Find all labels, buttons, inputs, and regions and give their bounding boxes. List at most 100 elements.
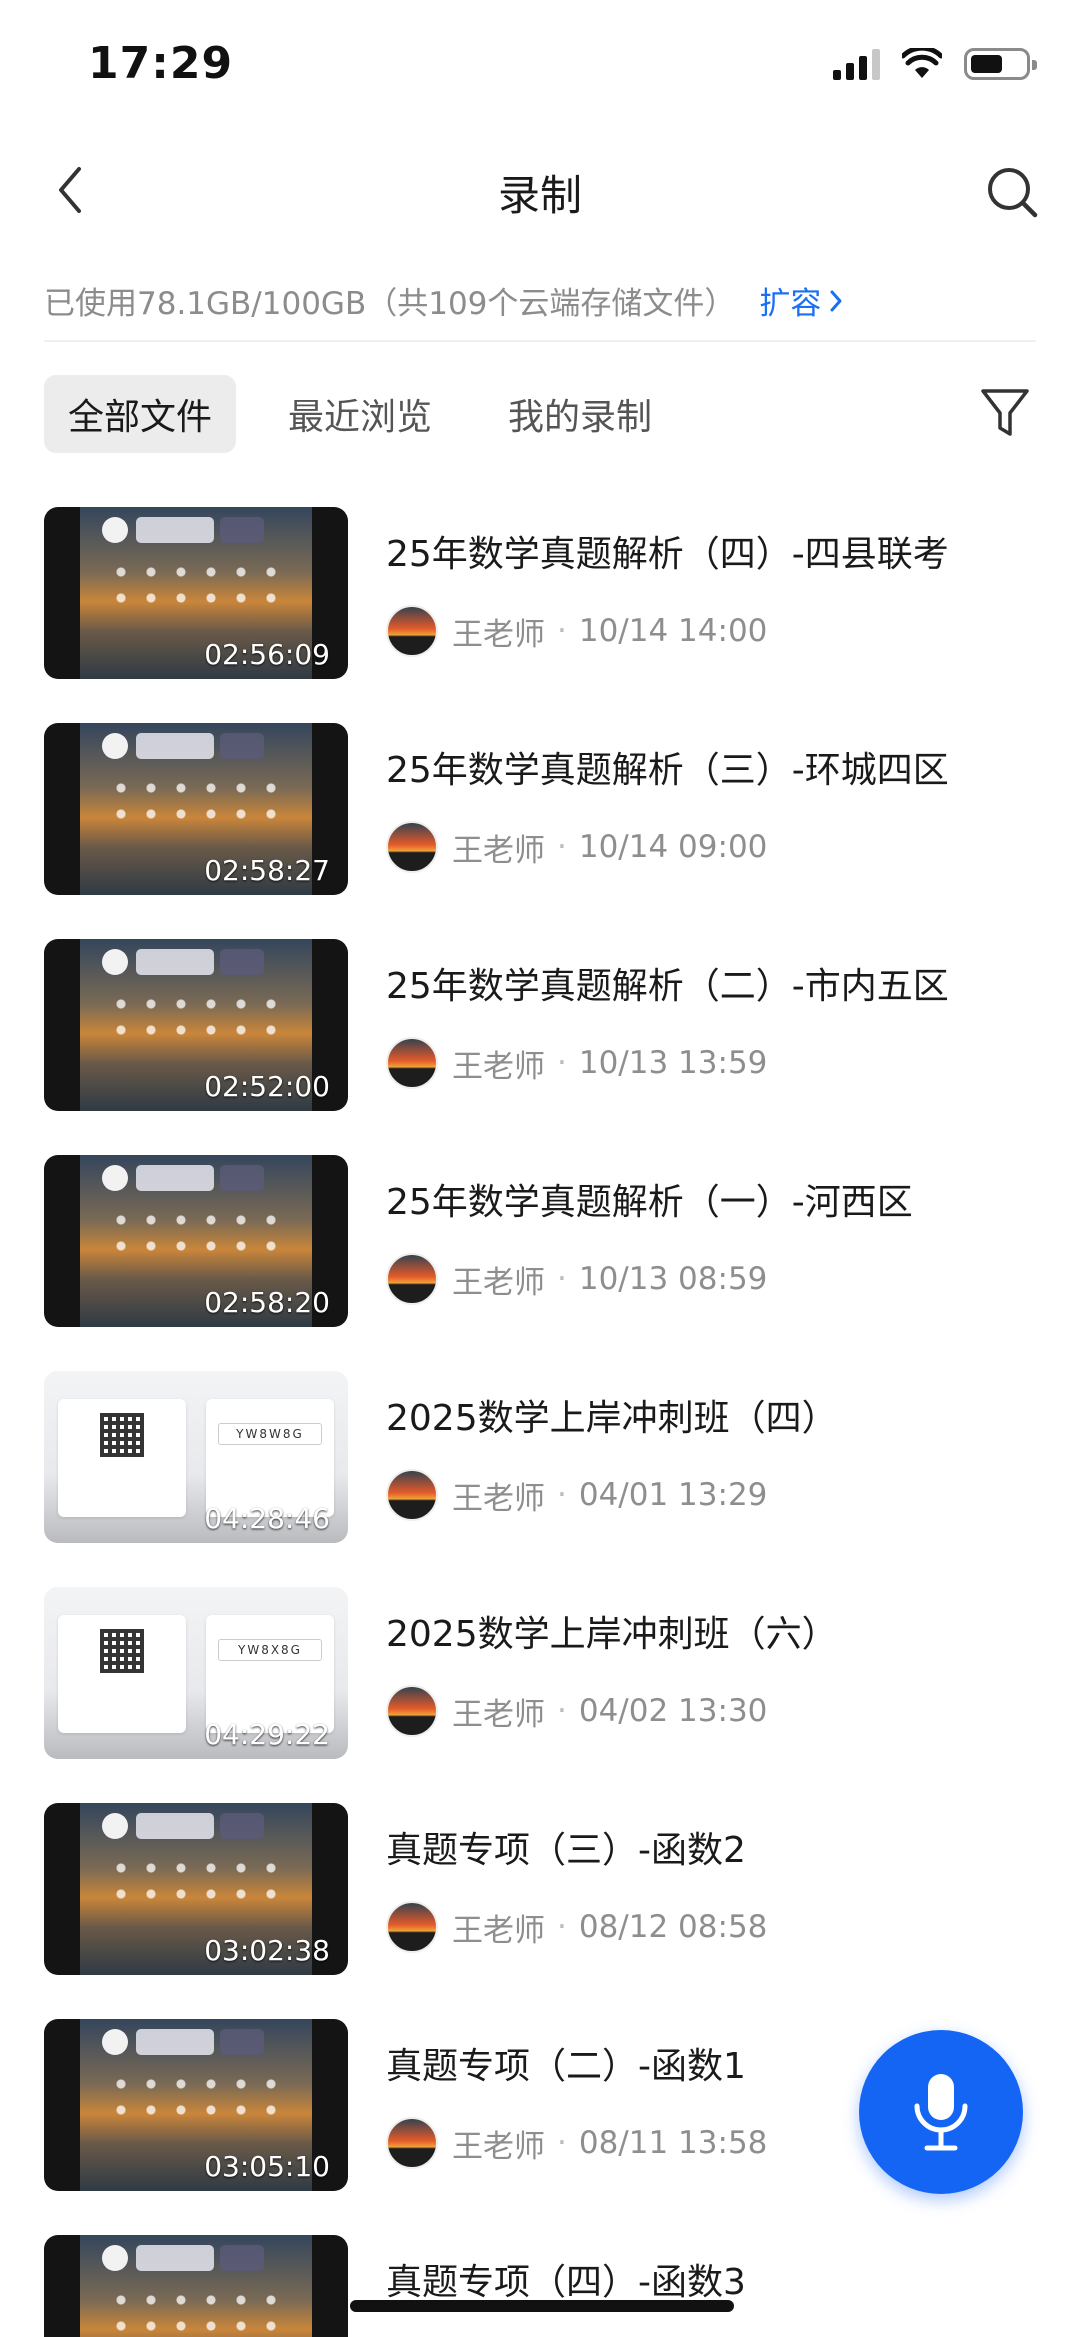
recording-duration: 03:05:10	[204, 2150, 330, 2183]
recording-datetime: 04/02 13:30	[578, 1693, 768, 1729]
meeting-code: YW8W8G	[218, 1423, 322, 1445]
meeting-code: YW8X8G	[218, 1639, 322, 1661]
recording-duration: 02:56:09	[204, 638, 330, 671]
qr-code-icon	[100, 1629, 144, 1673]
recording-datetime: 10/14 09:00	[578, 829, 768, 865]
recording-thumbnail[interactable]: 03:05:10	[44, 2019, 348, 2191]
recording-author: 王老师	[452, 832, 545, 869]
separator-dot: ·	[557, 1477, 567, 1513]
recording-title: 25年数学真题解析（二）-市内五区	[386, 966, 949, 1007]
expand-label: 扩容	[759, 286, 822, 322]
voice-button[interactable]	[859, 2030, 1023, 2194]
recording-duration: 04:29:22	[204, 1718, 330, 1751]
storage-usage-text: 已使用78.1GB/100GB（共109个云端存储文件）	[44, 286, 736, 322]
filter-button[interactable]	[974, 382, 1036, 444]
avatar	[386, 1037, 438, 1089]
divider	[44, 340, 1036, 342]
recording-author: 王老师	[452, 1048, 545, 1085]
recording-meta: 王老师 · 10/13 13:59	[386, 1037, 767, 1089]
recording-meta: 王老师 · 04/01 13:29	[386, 1469, 767, 1521]
separator-dot: ·	[557, 1909, 567, 1945]
recording-thumbnail[interactable]: 02:52:00	[44, 939, 348, 1111]
file-tabs: 全部文件 最近浏览 我的录制	[44, 375, 704, 453]
recording-datetime: 10/14 14:00	[578, 613, 768, 649]
tab-recent[interactable]: 最近浏览	[264, 375, 456, 453]
recording-datetime: 08/12 08:58	[578, 1909, 768, 1945]
tab-my-recordings[interactable]: 我的录制	[484, 375, 676, 453]
search-button[interactable]	[980, 160, 1044, 224]
recording-thumbnail[interactable]: YW8X8G 04:29:22	[44, 1587, 348, 1759]
separator-dot: ·	[557, 1261, 567, 1297]
recording-meta: 王老师 · 10/14 14:00	[386, 605, 767, 657]
recording-title: 25年数学真题解析（三）-环城四区	[386, 750, 949, 791]
avatar	[386, 1901, 438, 1953]
recording-meta: 王老师 · 08/11 13:58	[386, 2117, 767, 2169]
avatar	[386, 605, 438, 657]
battery-icon	[964, 48, 1037, 80]
status-bar: 17:29	[0, 0, 1080, 130]
recording-datetime: 04/01 13:29	[578, 1477, 768, 1513]
avatar	[386, 1685, 438, 1737]
signal-icon	[833, 48, 880, 80]
tab-all-files[interactable]: 全部文件	[44, 375, 237, 453]
recording-title: 2025数学上岸冲刺班（四）	[386, 1398, 838, 1439]
avatar	[386, 821, 438, 873]
recording-title: 真题专项（三）-函数2	[386, 1830, 746, 1871]
search-icon	[988, 168, 1038, 218]
filter-icon	[981, 389, 1029, 436]
recording-thumbnail[interactable]	[44, 2235, 348, 2337]
separator-dot: ·	[557, 829, 567, 865]
separator-dot: ·	[557, 1045, 567, 1081]
status-time: 17:29	[88, 38, 234, 89]
status-icons	[833, 48, 1037, 80]
recording-item[interactable]: 02:58:20 25年数学真题解析（一）-河西区王老师 · 10/13 08:59	[0, 1155, 1080, 1371]
recording-author: 王老师	[452, 616, 545, 653]
recording-thumbnail[interactable]: 02:58:20	[44, 1155, 348, 1327]
recording-author: 王老师	[452, 2128, 545, 2165]
storage-info: 已使用78.1GB/100GB（共109个云端存储文件） 扩容	[44, 278, 843, 323]
recording-meta: 王老师 · 08/12 08:58	[386, 1901, 767, 1953]
recording-thumbnail[interactable]: 02:58:27	[44, 723, 348, 895]
recording-title: 2025数学上岸冲刺班（六）	[386, 1614, 838, 1655]
recording-datetime: 10/13 08:59	[578, 1261, 768, 1297]
recording-meta: 王老师 · 04/02 13:30	[386, 1685, 767, 1737]
expand-storage-link[interactable]: 扩容	[759, 278, 843, 323]
recording-item[interactable]: 02:58:27 25年数学真题解析（三）-环城四区王老师 · 10/14 09:00	[0, 723, 1080, 939]
recording-author: 王老师	[452, 1696, 545, 1733]
avatar	[386, 1469, 438, 1521]
recording-meta: 王老师 · 10/14 09:00	[386, 821, 767, 873]
separator-dot: ·	[557, 2125, 567, 2161]
recording-thumbnail[interactable]: 03:02:38	[44, 1803, 348, 1975]
recording-item[interactable]: 03:02:38 真题专项（三）-函数2 王老师 · 08/12 08:58	[0, 1803, 1080, 2019]
recording-item[interactable]: 02:52:00 25年数学真题解析（二）-市内五区王老师 · 10/13 13:59	[0, 939, 1080, 1155]
recording-item[interactable]: 02:56:09 25年数学真题解析（四）-四县联考王老师 · 10/14 14:00	[0, 507, 1080, 723]
recording-duration: 02:58:27	[204, 854, 330, 887]
recording-title: 真题专项（二）-函数1	[386, 2046, 746, 2087]
recording-duration: 02:58:20	[204, 1286, 330, 1319]
recording-datetime: 10/13 13:59	[578, 1045, 768, 1081]
recording-duration: 02:52:00	[204, 1070, 330, 1103]
recording-item[interactable]: YW8W8G 04:28:46 2025数学上岸冲刺班（四） 王老师 · 04/01 13…	[0, 1371, 1080, 1587]
recording-author: 王老师	[452, 1264, 545, 1301]
recording-duration: 03:02:38	[204, 1934, 330, 1967]
avatar	[386, 2117, 438, 2169]
recording-thumbnail[interactable]: 02:56:09	[44, 507, 348, 679]
wifi-icon	[902, 48, 942, 78]
avatar	[386, 1253, 438, 1305]
recording-item[interactable]: 真题专项（四）-函数3	[0, 2235, 1080, 2337]
top-nav: 录制	[0, 150, 1080, 230]
microphone-icon	[914, 2074, 968, 2151]
recording-title: 真题专项（四）-函数3	[386, 2262, 746, 2303]
recording-thumbnail[interactable]: YW8W8G 04:28:46	[44, 1371, 348, 1543]
qr-code-icon	[100, 1413, 144, 1457]
chevron-right-icon	[830, 290, 842, 311]
page-title: 录制	[497, 171, 582, 220]
separator-dot: ·	[557, 1693, 567, 1729]
separator-dot: ·	[557, 613, 567, 649]
recording-title: 25年数学真题解析（一）-河西区	[386, 1182, 913, 1223]
recording-author: 王老师	[452, 1912, 545, 1949]
recording-author: 王老师	[452, 1480, 545, 1517]
recording-title: 25年数学真题解析（四）-四县联考	[386, 534, 949, 575]
recording-item[interactable]: YW8X8G 04:29:22 2025数学上岸冲刺班（六） 王老师 · 04/02 13…	[0, 1587, 1080, 1803]
home-indicator	[350, 2300, 734, 2312]
